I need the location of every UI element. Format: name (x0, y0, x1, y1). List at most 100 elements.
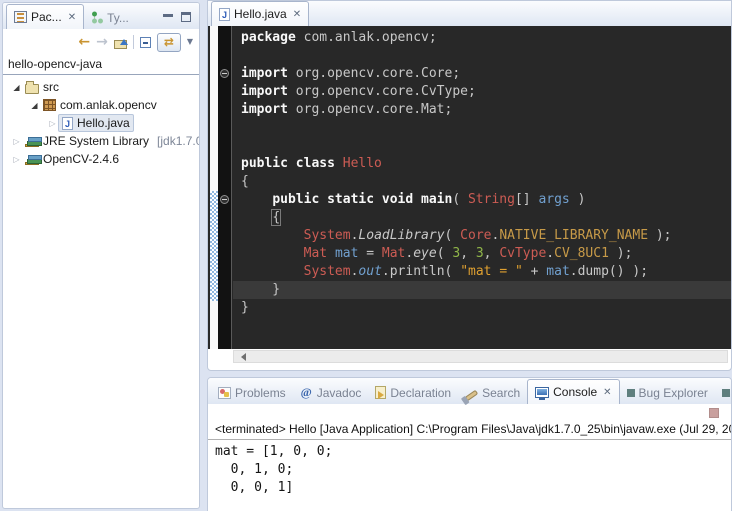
code-token: package (241, 30, 296, 45)
maximize-icon[interactable] (181, 12, 191, 22)
code-token: org.opencv.core.Core; (288, 66, 460, 81)
code-line (233, 47, 731, 65)
tree-collapsed-icon[interactable]: ▷ (11, 155, 22, 164)
code-token: { (241, 174, 249, 189)
package-icon (43, 99, 56, 111)
tab-label: Ty... (107, 11, 129, 25)
code-line: import org.opencv.core.Core; (233, 65, 731, 83)
terminate-icon[interactable] (709, 408, 719, 418)
code-token: org.opencv.core.CvType; (288, 84, 476, 99)
tab-label: Declaration (390, 386, 451, 400)
code-line (233, 137, 731, 155)
tab-ty[interactable]: Ty... (84, 6, 136, 29)
code-token: dump (578, 264, 609, 279)
code-token: System (304, 264, 351, 279)
tab-javadoc[interactable]: Javadoc (293, 381, 369, 404)
tab-search[interactable]: Search (458, 381, 527, 404)
declaration-icon (375, 386, 386, 399)
scroll-left-arrow-icon[interactable] (237, 353, 246, 361)
code-line: Mat mat = Mat.eye( 3, 3, CvType.CV_8UC1 … (233, 245, 731, 263)
code-token: Hello (343, 156, 382, 171)
code-editor-area[interactable]: package com.anlak.opencv; import org.open… (233, 26, 731, 349)
tree-expanded-icon[interactable]: ◢ (11, 83, 22, 92)
code-token: public class (241, 156, 335, 171)
editor-tab-hello-java[interactable]: Hello.java ✕ (211, 1, 309, 26)
tree-item-label: com.anlak.opencv (60, 98, 157, 112)
tree-item-src[interactable]: ◢src (3, 78, 199, 96)
tab-label: Problems (235, 386, 286, 400)
folding-ruler[interactable] (218, 26, 232, 349)
java-file-icon (219, 8, 230, 21)
code-token: Core (460, 228, 491, 243)
editor-body: package com.anlak.opencv; import org.open… (208, 26, 731, 349)
project-root-label[interactable]: hello-opencv-java (3, 55, 199, 75)
tab-label: Console (553, 385, 597, 399)
fold-collapse-icon[interactable] (220, 69, 229, 78)
tree-item-com-anlak-opencv[interactable]: ◢ com.anlak.opencv (3, 96, 199, 114)
package-explorer-panel: Pac...✕Ty... hello-opencv-java ◢src◢com.… (2, 2, 200, 509)
tab-console[interactable]: Console ✕ (527, 379, 619, 404)
code-token: } (241, 300, 249, 315)
tree-item-opencv-2-4-6[interactable]: ▷OpenCV-2.4.6 (3, 150, 199, 168)
console-output-line: 0, 0, 1] (215, 479, 731, 497)
code-line: } (233, 299, 731, 317)
console-tabbar: Problems Javadoc Declaration Search Console ✕… (208, 378, 731, 404)
horizontal-scrollbar[interactable] (233, 350, 728, 363)
console-output[interactable]: mat = [1, 0, 0; 0, 1, 0; 0, 0, 1] (208, 440, 731, 497)
code-token (241, 210, 272, 225)
code-token: com.anlak.opencv; (296, 30, 437, 45)
tab-bug[interactable]: Bug (715, 381, 732, 404)
editor-tabbar: Hello.java ✕ (208, 1, 731, 26)
close-icon[interactable]: ✕ (293, 9, 301, 20)
tab-bug-explorer[interactable]: Bug Explorer (620, 381, 715, 404)
code-token: , (460, 246, 476, 261)
forward-icon[interactable] (96, 34, 108, 50)
console-icon (535, 387, 549, 398)
code-line: { (233, 209, 731, 227)
code-token: import (241, 84, 288, 99)
code-token: System (304, 228, 351, 243)
code-token: mat (546, 264, 569, 279)
code-token: "mat = " (460, 264, 523, 279)
close-icon[interactable]: ✕ (68, 12, 76, 23)
tree-item-jre-system-library[interactable]: ▷JRE System Library[jdk1.7.0 (3, 132, 199, 150)
code-token: 3 (452, 246, 460, 261)
up-icon[interactable] (114, 40, 127, 49)
code-line: } (233, 281, 731, 299)
tree-item-content: OpenCV-2.4.6 (22, 152, 122, 166)
tree-collapsed-icon[interactable]: ▷ (11, 137, 22, 146)
tree-item-content: src (22, 80, 62, 94)
code-token: ( (445, 264, 461, 279)
tree-item-content: JRE System Library[jdk1.7.0 (22, 134, 199, 148)
tab-pac[interactable]: Pac...✕ (6, 4, 84, 29)
tree-collapsed-icon[interactable]: ▷ (47, 119, 58, 128)
annotation-ruler[interactable] (210, 26, 218, 349)
tab-problems[interactable]: Problems (211, 381, 293, 404)
tab-declaration[interactable]: Declaration (368, 381, 458, 404)
code-line: public static void main( String[] args ) (233, 191, 731, 209)
code-line: import org.opencv.core.Mat; (233, 101, 731, 119)
fold-collapse-icon[interactable] (220, 195, 229, 204)
back-icon[interactable] (78, 34, 90, 50)
minimize-icon[interactable] (163, 14, 173, 23)
tab-label: Search (482, 386, 520, 400)
code-token (327, 246, 335, 261)
code-token: . (382, 264, 390, 279)
code-token: () ); (609, 264, 648, 279)
tree-item-hello-java[interactable]: ▷Hello.java (3, 114, 199, 132)
close-icon[interactable]: ✕ (603, 387, 611, 398)
package-explorer-tabbar: Pac...✕ Ty... (3, 3, 199, 29)
code-token (241, 228, 304, 243)
view-tabs: Pac...✕ Ty... (6, 4, 136, 29)
collapse-all-icon[interactable] (140, 37, 151, 48)
library-icon (25, 162, 39, 165)
tree-expanded-icon[interactable]: ◢ (29, 101, 40, 110)
code-token: eye (413, 246, 436, 261)
code-token: = (358, 246, 381, 261)
project-tree: ◢src◢com.anlak.opencv▷Hello.java▷JRE Sys… (3, 75, 199, 168)
view-menu-icon[interactable] (187, 37, 193, 47)
code-line: { (233, 173, 731, 191)
code-token: mat (335, 246, 358, 261)
code-token: import (241, 102, 288, 117)
link-with-editor-icon[interactable] (157, 33, 181, 52)
